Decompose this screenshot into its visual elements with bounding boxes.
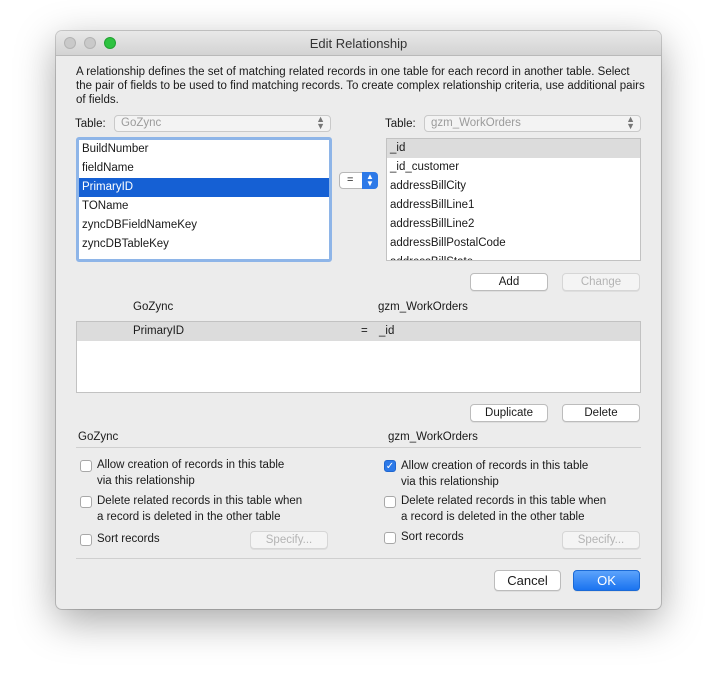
- right-table-popup[interactable]: gzm_WorkOrders ▲ ▼: [424, 115, 641, 132]
- list-item[interactable]: addressBillCity: [387, 177, 640, 196]
- list-item[interactable]: TOName: [79, 197, 329, 216]
- right-table-label: Table:: [385, 118, 416, 130]
- right-table-value: gzm_WorkOrders: [431, 117, 521, 129]
- list-item-selected[interactable]: PrimaryID: [79, 178, 329, 197]
- ok-button[interactable]: OK: [573, 570, 640, 591]
- right-options-title: gzm_WorkOrders: [388, 431, 478, 443]
- list-item[interactable]: zyncDBTableKey: [79, 235, 329, 254]
- change-button[interactable]: Change: [562, 273, 640, 291]
- delete-button[interactable]: Delete: [562, 404, 640, 422]
- left-table-value: GoZync: [121, 117, 162, 129]
- cancel-button[interactable]: Cancel: [494, 570, 561, 591]
- relation-table[interactable]: PrimaryID = _id: [76, 321, 641, 393]
- right-delete-related-label: Delete related records in this table whe…: [401, 495, 607, 523]
- right-allow-creation-label: Allow creation of records in this table v…: [401, 460, 589, 488]
- list-item[interactable]: BuildNumber: [79, 140, 329, 159]
- add-button[interactable]: Add: [470, 273, 548, 291]
- list-item[interactable]: addressBillLine1: [387, 196, 640, 215]
- left-table-popup[interactable]: GoZync ▲ ▼: [114, 115, 331, 132]
- list-item[interactable]: addressBillLine2: [387, 215, 640, 234]
- window-title: Edit Relationship: [309, 36, 408, 51]
- right-allow-creation-checkbox[interactable]: ✓: [384, 460, 396, 472]
- left-allow-creation-checkbox[interactable]: [80, 460, 92, 472]
- operator-popup[interactable]: = ▲ ▼: [339, 172, 378, 189]
- list-item[interactable]: fieldName: [79, 159, 329, 178]
- relation-left-header: GoZync: [133, 301, 174, 313]
- title-bar: Edit Relationship: [56, 31, 661, 56]
- list-item[interactable]: _id_customer: [387, 158, 640, 177]
- left-options-title: GoZync: [78, 431, 119, 443]
- list-item[interactable]: addressBillState: [387, 253, 640, 260]
- options-divider: [76, 447, 641, 448]
- edit-relationship-dialog: Edit Relationship A relationship defines…: [56, 31, 661, 609]
- right-specify-button[interactable]: Specify...: [562, 531, 640, 549]
- right-sort-checkbox[interactable]: [384, 532, 396, 544]
- right-sort-label: Sort records: [401, 531, 464, 543]
- list-item[interactable]: zyncDBFieldNameKey: [79, 216, 329, 235]
- list-item[interactable]: addressBillPostalCode: [387, 234, 640, 253]
- relation-right-field: _id: [379, 325, 395, 337]
- popup-arrows-icon: ▲ ▼: [316, 114, 325, 131]
- checkmark-icon: ✓: [385, 461, 395, 472]
- left-table-label: Table:: [75, 118, 106, 130]
- relation-left-field: PrimaryID: [133, 325, 185, 337]
- right-delete-related-checkbox[interactable]: [384, 496, 396, 508]
- operator-value: =: [347, 174, 354, 186]
- left-delete-related-label: Delete related records in this table whe…: [97, 495, 303, 523]
- left-field-list[interactable]: BuildNumber fieldName PrimaryID TOName z…: [76, 137, 332, 262]
- duplicate-button[interactable]: Duplicate: [470, 404, 548, 422]
- left-specify-button[interactable]: Specify...: [250, 531, 328, 549]
- footer-divider: [76, 558, 641, 559]
- left-allow-creation-label: Allow creation of records in this table v…: [97, 459, 285, 487]
- left-sort-label: Sort records: [97, 533, 160, 545]
- description-text: A relationship defines the set of matchi…: [76, 66, 645, 106]
- chevron-updown-icon: ▲ ▼: [362, 172, 378, 189]
- popup-arrows-icon: ▲ ▼: [626, 114, 635, 131]
- left-sort-checkbox[interactable]: [80, 534, 92, 546]
- list-item-selected[interactable]: _id: [387, 139, 640, 158]
- relation-operator: =: [361, 325, 368, 337]
- table-row[interactable]: PrimaryID = _id: [77, 322, 640, 341]
- left-delete-related-checkbox[interactable]: [80, 496, 92, 508]
- right-field-list[interactable]: _id _id_customer addressBillCity address…: [386, 138, 641, 261]
- relation-right-header: gzm_WorkOrders: [378, 301, 468, 313]
